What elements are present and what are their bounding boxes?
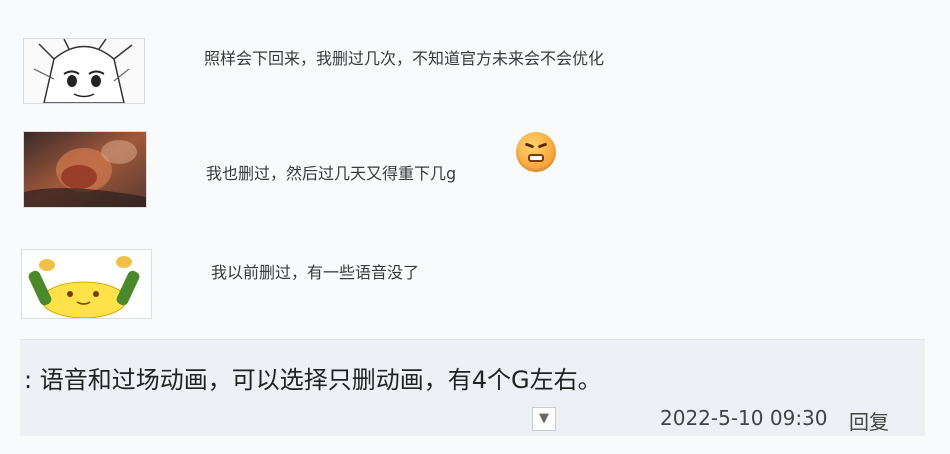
timestamp: 2022-5-10 09:30	[660, 406, 828, 430]
comment-text: 我也删过，然后过几天又得重下几g	[206, 164, 457, 183]
reply-box: : 语音和过场动画，可以选择只删动画，有4个G左右。 ▼ 2022-5-10 0…	[20, 339, 925, 436]
yellow-blob-avatar[interactable]	[21, 249, 152, 319]
reply-link[interactable]: 回复	[849, 406, 889, 435]
game-art-avatar[interactable]	[23, 131, 147, 208]
comment-text: 我以前删过，有一些语音没了	[211, 263, 420, 282]
reply-text: : 语音和过场动画，可以选择只删动画，有4个G左右。	[24, 366, 602, 394]
triangle-down-icon[interactable]: ▼	[532, 407, 556, 431]
manga-girl-avatar[interactable]	[23, 38, 145, 104]
comment-text: 照样会下回来，我删过几次，不知道官方未来会不会优化	[204, 49, 605, 68]
angry-face-emoji	[516, 132, 556, 172]
